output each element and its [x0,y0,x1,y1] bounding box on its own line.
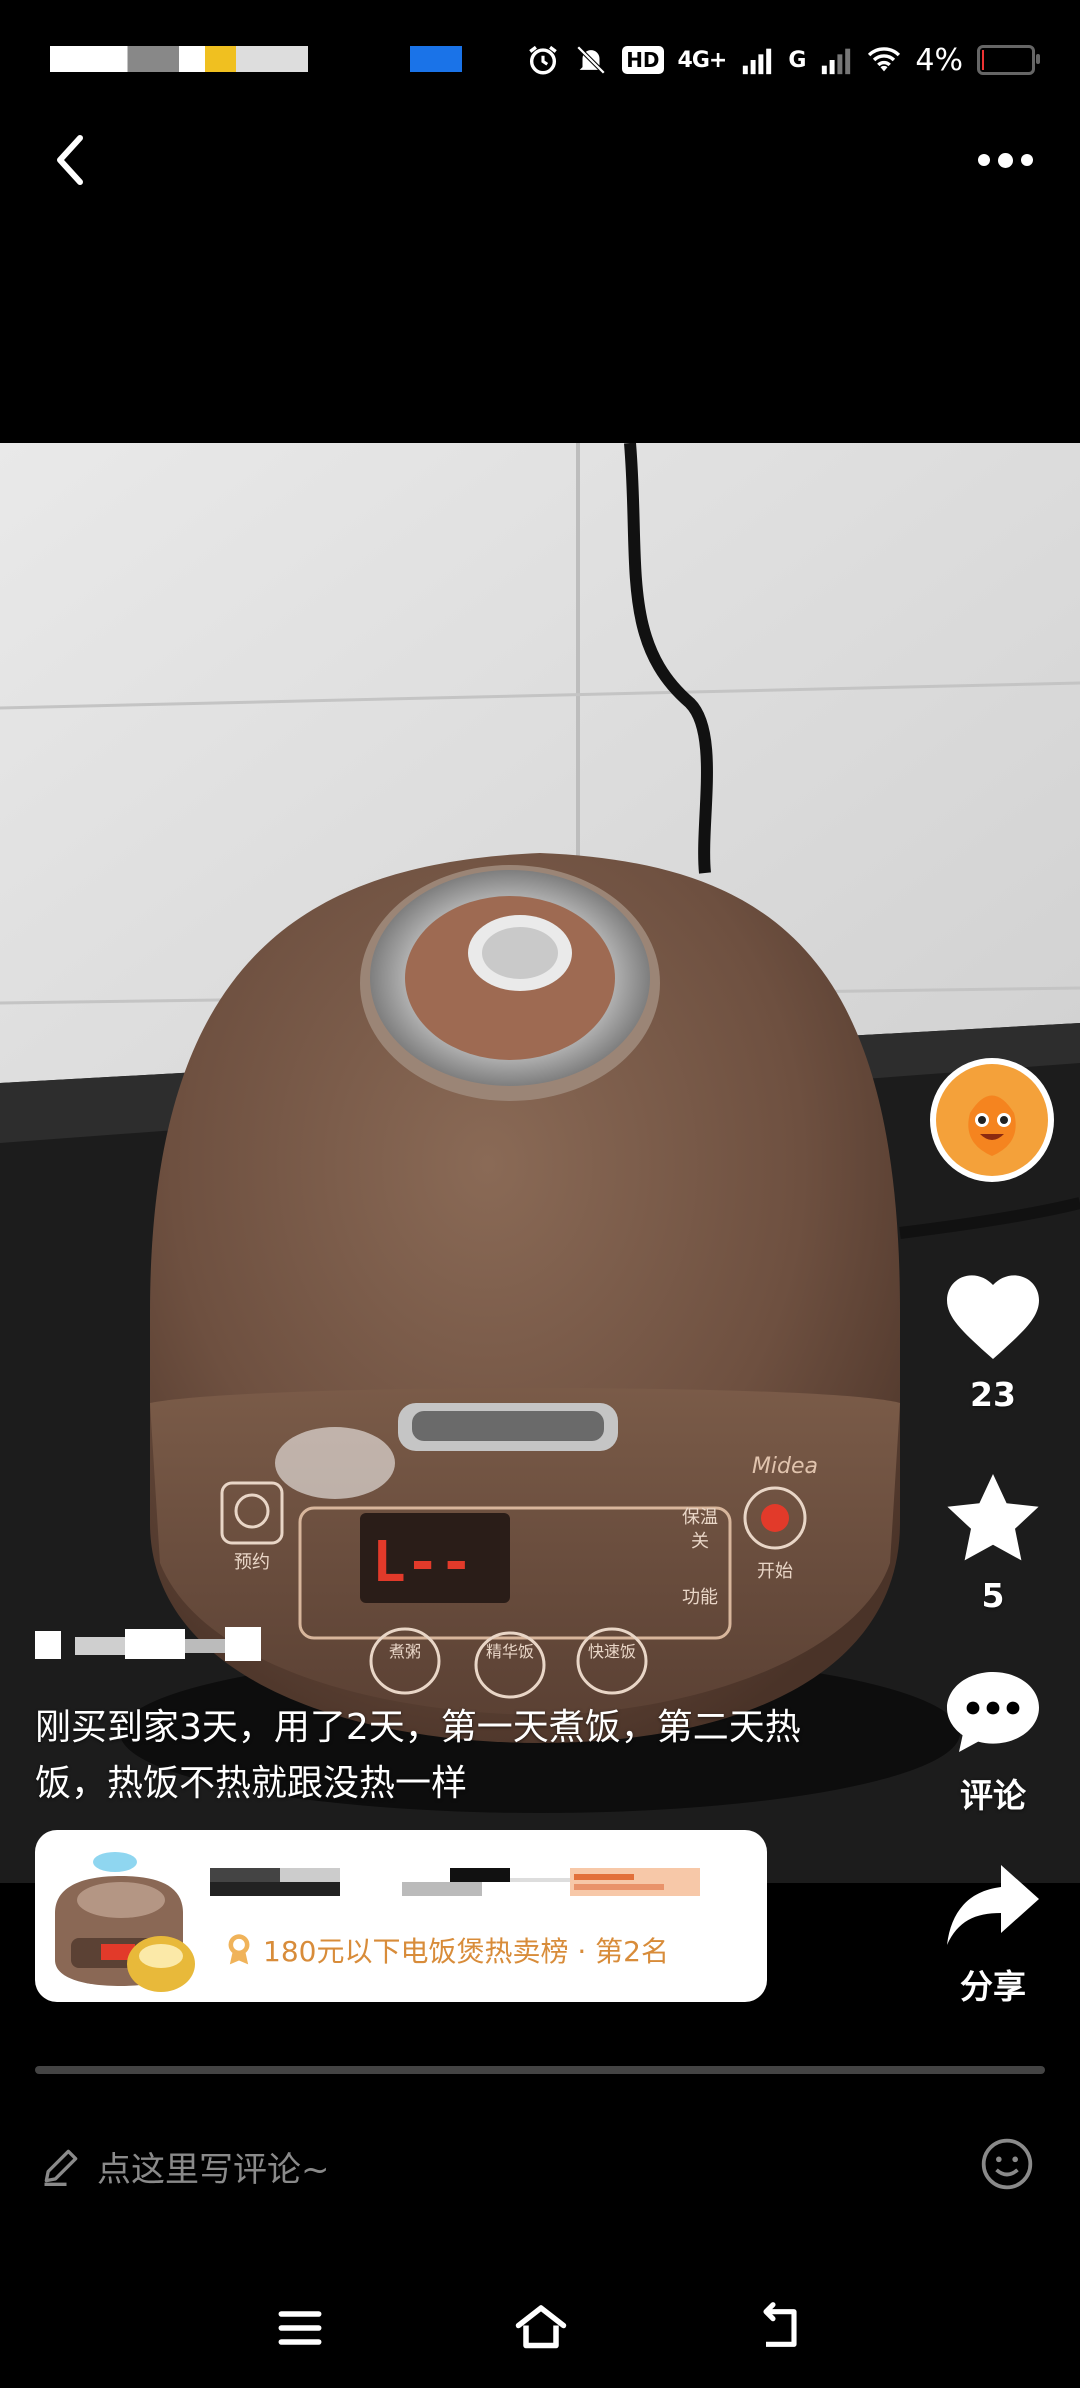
signal-bars-icon [743,48,772,75]
wifi-icon [868,47,901,72]
svg-text:精华饭: 精华饭 [486,1642,534,1661]
back-return-icon[interactable] [752,2300,808,2356]
redacted-status-app [410,46,462,72]
heart-icon [947,1275,1039,1359]
favorite-count: 5 [981,1576,1005,1615]
post-caption: 刚买到家3天，用了2天，第一天煮饭，第二天热饭，热饭不热就跟没热一样 [35,1707,801,1804]
redacted-product-title [210,1868,700,1896]
signal-bars-secondary-icon [822,48,851,75]
like-count: 23 [970,1375,1016,1414]
redacted-username [35,1627,261,1661]
signal-4g-label: 4G+ [677,47,728,73]
favorite-button[interactable]: 5 [930,1472,1056,1615]
comment-input-bar[interactable]: 点这里写评论~ [35,2130,1045,2200]
comment-button[interactable]: 评论 [930,1667,1056,1817]
rice-cooker-photo: L-- 预约 开始 保温 关 功能 Midea 煮粥 精华饭 快速饭 [0,443,1080,1883]
svg-text:预约: 预约 [234,1552,270,1573]
svg-text:Midea: Midea [752,1454,818,1479]
home-icon[interactable] [510,2298,572,2358]
share-button[interactable]: 分享 [930,1862,1056,2008]
comment-label: 评论 [960,1776,1026,1815]
menu-lines-icon[interactable] [272,2300,328,2356]
author-username-redacted[interactable] [35,1625,275,1665]
share-arrow-icon [947,1865,1039,1945]
chevron-left-icon [57,135,83,185]
svg-text:保温: 保温 [682,1507,718,1528]
ranking-badge: 180元以下电饭煲热卖榜 · 第2名 [223,1930,669,1970]
alarm-icon [529,45,557,75]
hd-badge: HD [622,46,664,74]
award-medal-icon [228,1934,250,1965]
svg-text:煮粥: 煮粥 [389,1642,421,1661]
system-navigation-bar [0,2280,1080,2388]
back-button[interactable] [40,120,100,200]
svg-text:功能: 功能 [682,1587,718,1608]
ranking-text: 180元以下电饭煲热卖榜 · 第2名 [263,1935,669,1968]
status-bar: HD 4G+ G 4% [0,0,1080,110]
product-thumbnail [43,1838,203,1994]
svg-text:关: 关 [691,1531,709,1552]
star-icon [947,1474,1039,1561]
pencil-icon [44,2149,78,2186]
more-dots-icon [977,152,1033,168]
mascot-avatar-icon [932,1060,1052,1180]
author-avatar[interactable] [930,1058,1054,1182]
svg-text:L--: L-- [372,1530,473,1595]
signal-g-label: G [788,47,806,73]
svg-text:开始: 开始 [757,1561,793,1582]
product-card[interactable]: 180元以下电饭煲热卖榜 · 第2名 [35,1830,767,2002]
svg-text:快速饭: 快速饭 [588,1642,636,1661]
comment-placeholder[interactable]: 点这里写评论~ [97,2142,330,2191]
comment-bubble-icon [947,1672,1039,1752]
emoji-icon[interactable] [979,2136,1035,2192]
media-progress-bar[interactable] [35,2066,1045,2074]
battery-percent: 4% [915,42,963,78]
more-options-button[interactable] [970,130,1040,190]
share-label: 分享 [960,1967,1026,2006]
redacted-status-info [50,46,308,72]
mute-bell-icon [576,45,606,75]
battery-icon [977,45,1040,75]
post-photo[interactable]: L-- 预约 开始 保温 关 功能 Midea 煮粥 精华饭 快速饭 [0,443,1080,1883]
like-button[interactable]: 23 [930,1275,1056,1414]
